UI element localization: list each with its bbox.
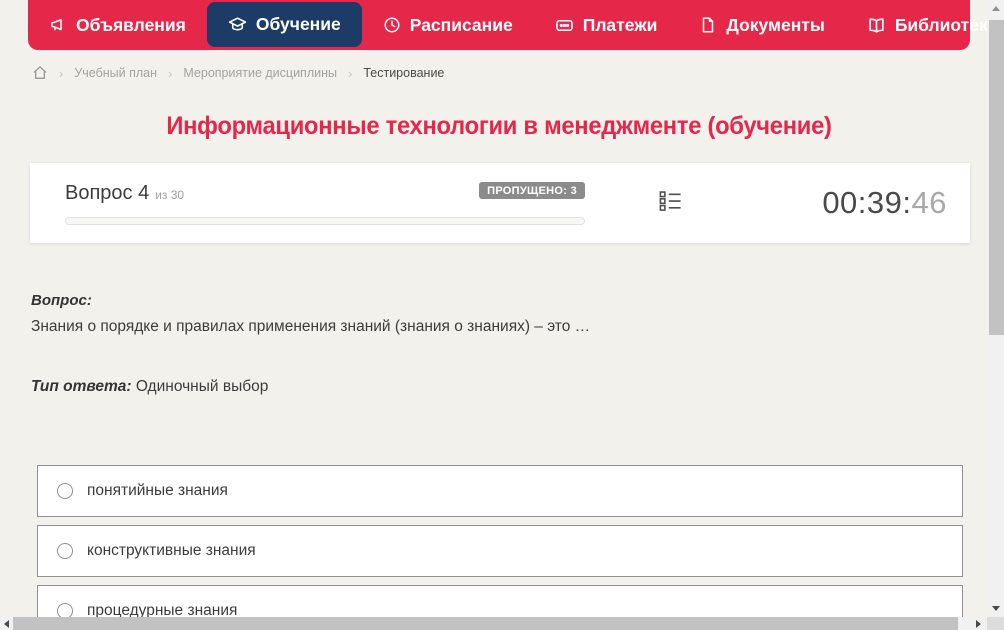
scrollbar-corner	[987, 617, 1004, 630]
home-icon[interactable]	[32, 65, 48, 81]
question-text: Знания о порядке и правилах применения з…	[31, 318, 590, 336]
answer-type-label: Тип ответа:	[31, 378, 132, 395]
nav-tab-announcements[interactable]: Объявления	[28, 0, 207, 50]
nav-tab-documents[interactable]: Документы	[678, 0, 845, 50]
radio-icon[interactable]	[57, 543, 73, 559]
scroll-left-icon[interactable]	[0, 617, 13, 630]
clock-icon	[383, 16, 401, 34]
scroll-up-icon[interactable]	[987, 0, 1004, 17]
quiz-page: Объявления Обучение Расписание Платежи Д…	[0, 0, 1004, 630]
answer-option-label: понятийные знания	[87, 482, 228, 500]
question-number: Вопрос 4	[65, 182, 149, 205]
answer-option-label: конструктивные знания	[87, 542, 256, 560]
breadcrumb: › Учебный план › Мероприятие дисциплины …	[32, 63, 444, 83]
answer-options: понятийные знания конструктивные знания …	[37, 465, 963, 630]
horizontal-scrollbar[interactable]	[0, 617, 987, 630]
scroll-down-icon[interactable]	[987, 600, 1004, 617]
radio-icon[interactable]	[57, 483, 73, 499]
breadcrumb-current-testing: Тестирование	[363, 66, 444, 80]
nav-tab-label: Библиотека	[895, 15, 998, 36]
question-total: из 30	[155, 188, 184, 202]
question-progress-block: Вопрос 4 из 30 ПРОПУЩЕНО: 3	[65, 182, 585, 225]
payment-icon	[555, 16, 574, 35]
chevron-right-icon: ›	[59, 66, 63, 81]
timer: 00:39:46	[822, 185, 947, 221]
question-list-icon	[657, 187, 684, 219]
nav-tab-label: Расписание	[410, 15, 513, 36]
breadcrumb-link-discipline-event[interactable]: Мероприятие дисциплины	[183, 66, 337, 80]
skipped-badge: ПРОПУЩЕНО: 3	[479, 182, 585, 199]
answer-option-1[interactable]: понятийные знания	[37, 465, 963, 517]
quiz-header-card: Вопрос 4 из 30 ПРОПУЩЕНО: 3 00:39:46	[30, 163, 970, 243]
vertical-scrollbar[interactable]	[987, 0, 1004, 617]
page-title: Информационные технологии в менеджменте …	[52, 112, 947, 141]
nav-tab-label: Объявления	[76, 15, 186, 36]
nav-tab-label: Обучение	[256, 14, 341, 35]
question-list-button[interactable]	[657, 187, 684, 219]
chevron-right-icon: ›	[348, 66, 352, 81]
timer-minutes: 00:39:	[822, 185, 911, 220]
nav-tab-schedule[interactable]: Расписание	[362, 0, 534, 50]
vertical-scrollbar-thumb[interactable]	[989, 20, 1004, 335]
book-icon	[867, 16, 886, 35]
megaphone-icon	[49, 16, 67, 34]
graduation-cap-icon	[228, 15, 247, 34]
timer-seconds: 46	[912, 185, 947, 220]
chevron-right-icon: ›	[168, 66, 172, 81]
progress-bar	[65, 217, 585, 225]
nav-tab-library[interactable]: Библиотека	[846, 0, 1004, 50]
nav-tab-learning[interactable]: Обучение	[207, 2, 362, 47]
main-nav: Объявления Обучение Расписание Платежи Д…	[28, 0, 970, 50]
answer-option-2[interactable]: конструктивные знания	[37, 525, 963, 577]
scroll-right-icon[interactable]	[970, 617, 987, 630]
nav-tab-label: Платежи	[583, 15, 658, 36]
horizontal-scrollbar-thumb[interactable]	[13, 617, 958, 630]
nav-tab-payments[interactable]: Платежи	[534, 0, 679, 50]
document-icon	[699, 16, 717, 34]
answer-type-value: Одиночный выбор	[136, 378, 269, 395]
answer-type: Тип ответа: Одиночный выбор	[31, 378, 268, 396]
breadcrumb-link-curriculum[interactable]: Учебный план	[74, 66, 157, 80]
nav-tab-label: Документы	[726, 15, 824, 36]
question-heading: Вопрос:	[31, 292, 92, 309]
